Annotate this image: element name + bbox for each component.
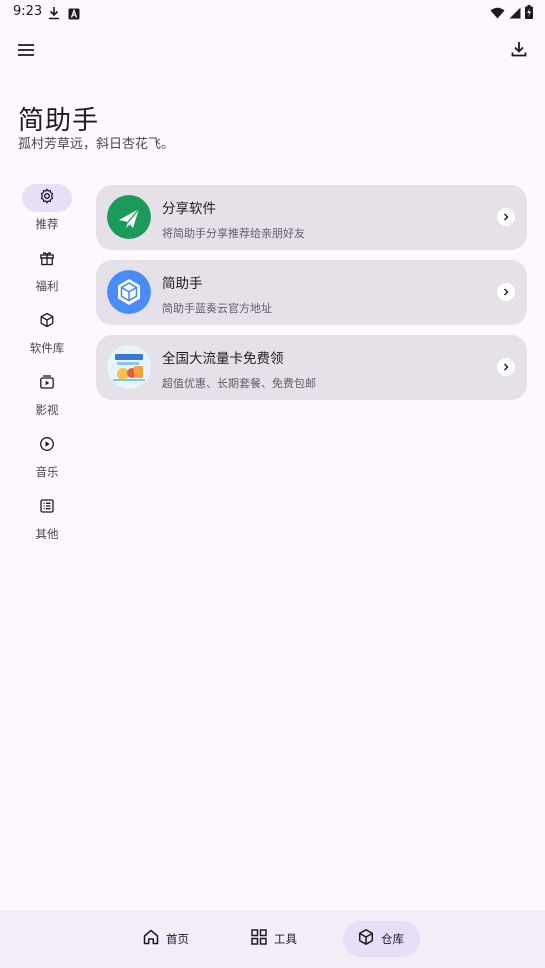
page-title: 简助手 [18, 106, 100, 136]
sim-card-promo-icon [107, 345, 151, 389]
card-title: 全国大流量卡免费领 [162, 351, 284, 367]
bottom-navigation: 首页 工具 仓库 [0, 910, 545, 968]
home-icon [142, 928, 160, 950]
card-description: 将简助手分享推荐给亲朋好友 [162, 227, 305, 240]
rail-label: 推荐 [35, 217, 59, 231]
card-title: 简助手 [162, 276, 203, 292]
rail-item-welfare[interactable]: 福利 [12, 246, 82, 302]
rail-icon-holder [22, 308, 72, 336]
download-icon [510, 40, 528, 62]
hamburger-menu-icon [17, 42, 35, 61]
list-item-data-card[interactable]: 全国大流量卡免费领 超值优惠、长期套餐、免费包邮 [96, 335, 527, 400]
rail-item-music[interactable]: 音乐 [12, 432, 82, 488]
play-circle-icon [39, 436, 55, 456]
tab-warehouse[interactable]: 仓库 [343, 921, 420, 957]
card-description: 简助手蓝奏云官方地址 [162, 302, 272, 315]
paper-plane-icon [107, 195, 151, 239]
signal-icon [509, 4, 521, 23]
list-item-jianzhushou[interactable]: 简助手 简助手蓝奏云官方地址 [96, 260, 527, 325]
tab-label: 首页 [166, 932, 189, 946]
tab-label: 工具 [274, 932, 297, 946]
tab-tools[interactable]: 工具 [236, 921, 311, 957]
list-item-share-app[interactable]: 分享软件 将简助手分享推荐给亲朋好友 [96, 185, 527, 250]
tv-play-icon [39, 374, 55, 394]
menu-button[interactable] [6, 31, 46, 71]
rail-item-recommend[interactable]: 推荐 [12, 184, 82, 240]
grid-apps-icon [250, 928, 268, 950]
download-arrow-icon [48, 5, 60, 24]
rail-item-other[interactable]: 其他 [12, 494, 82, 550]
a-badge-icon [68, 5, 80, 24]
status-bar: 9:23 [0, 0, 545, 24]
settings-gear-icon [39, 188, 55, 208]
gift-icon [39, 250, 55, 270]
list-icon [39, 498, 55, 518]
battery-charging-icon [525, 4, 533, 23]
card-description: 超值优惠、长期套餐、免费包邮 [162, 377, 316, 390]
rail-item-software[interactable]: 软件库 [12, 308, 82, 364]
download-button[interactable] [499, 31, 539, 71]
status-icons-right [490, 4, 533, 23]
chevron-right-icon [497, 283, 515, 301]
cube-icon [39, 312, 55, 332]
rail-icon-holder [22, 494, 72, 522]
chevron-right-icon [497, 358, 515, 376]
tab-label: 仓库 [381, 932, 404, 946]
rail-label: 福利 [35, 279, 59, 293]
tab-home[interactable]: 首页 [128, 921, 203, 957]
rail-label: 软件库 [29, 341, 65, 355]
wifi-icon [490, 4, 505, 23]
rail-icon-holder [22, 432, 72, 460]
rail-icon-holder [22, 370, 72, 398]
rail-active-indicator [22, 184, 72, 212]
rail-label: 其他 [35, 527, 59, 541]
chevron-right-icon [497, 208, 515, 226]
cube-app-icon [107, 270, 151, 314]
status-icons-left [48, 5, 80, 24]
page-subtitle: 孤村芳草远，斜日杏花飞。 [18, 137, 175, 152]
card-title: 分享软件 [162, 201, 216, 217]
rail-icon-holder [22, 246, 72, 274]
status-time: 9:23 [13, 4, 43, 19]
box-icon [357, 928, 375, 950]
rail-item-video[interactable]: 影视 [12, 370, 82, 426]
rail-label: 影视 [35, 403, 59, 417]
rail-label: 音乐 [35, 465, 59, 479]
